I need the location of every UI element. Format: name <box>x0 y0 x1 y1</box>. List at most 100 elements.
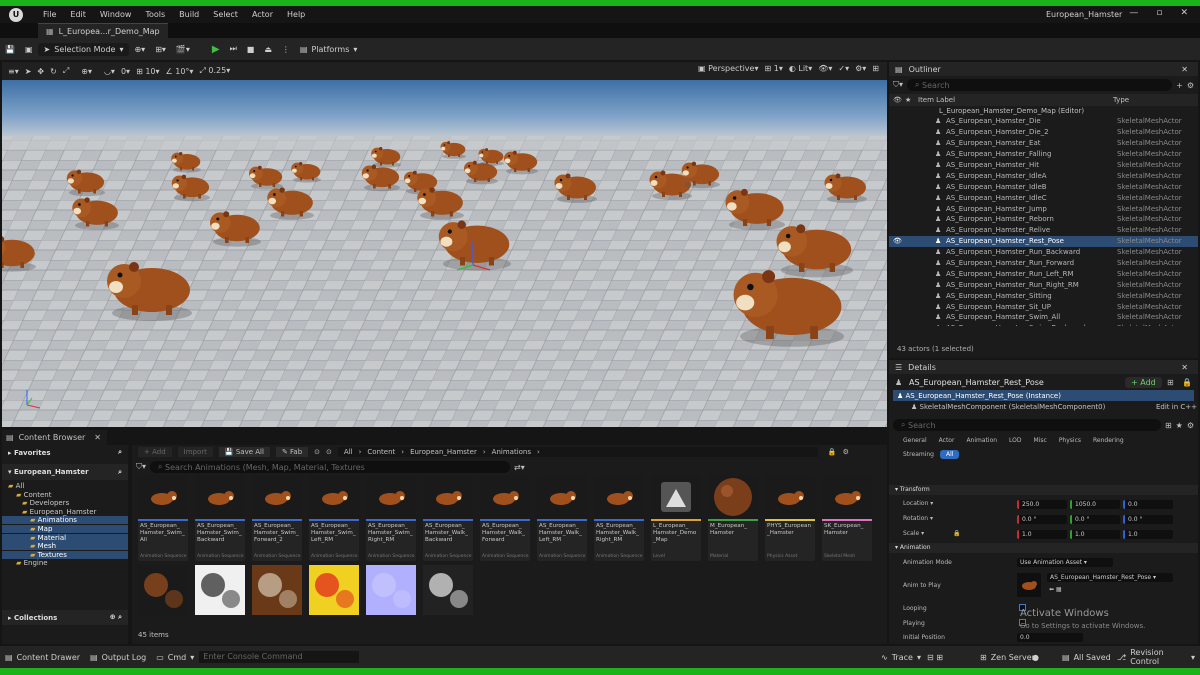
folder-tree-item[interactable]: ▰ Material <box>2 533 128 542</box>
rotation-dropdown[interactable]: Rotation ▾ <box>903 515 933 522</box>
details-tab[interactable]: ☰ Details ✕ <box>889 360 1198 374</box>
perspective-button[interactable]: ▣ Perspective▾ <box>698 64 758 73</box>
history-forward-icon[interactable]: ⊙ <box>326 448 332 456</box>
menu-item-window[interactable]: Window <box>93 10 139 19</box>
rotation-y-field[interactable]: 0.0 ° <box>1070 515 1120 524</box>
close-icon[interactable]: ✕ <box>94 433 101 442</box>
blueprint-icon[interactable]: ⊞ <box>1167 378 1174 387</box>
scale-snap[interactable]: ⤢ 0.25▾ <box>199 66 230 76</box>
asset-tile[interactable]: SK_European_ Hamster Skeletal Mesh <box>822 475 872 561</box>
star-icon[interactable]: ★ <box>1176 421 1183 430</box>
details-actor-name[interactable]: AS_European_Hamster_Rest_Pose <box>909 378 1044 387</box>
save-search-icon[interactable]: ⇄▾ <box>514 463 525 472</box>
derived-data-icon[interactable]: ⊟ ⊞ <box>927 653 943 662</box>
save-all-button[interactable]: 💾 Save All <box>218 447 270 457</box>
breadcrumb-item[interactable]: All <box>344 448 353 456</box>
location-x-field[interactable]: 250.0 <box>1017 500 1067 509</box>
outliner-row[interactable]: ♟ AS_European_Hamster_IdleC SkeletalMeshAc… <box>889 192 1198 203</box>
add-actor-icon[interactable]: ⊕▾ <box>129 45 150 54</box>
texture-tile[interactable] <box>195 565 245 615</box>
breadcrumb-item[interactable]: Content <box>367 448 395 456</box>
instance-row[interactable]: ♟ AS_European_Hamster_Rest_Pose (Instanc… <box>893 390 1194 401</box>
outliner-row[interactable]: ♟ AS_European_Hamster_Sitting SkeletalMesh… <box>889 290 1198 301</box>
texture-tile[interactable] <box>366 565 416 615</box>
revision-control-button[interactable]: ⎇ Revision Control ▾ <box>1112 648 1200 666</box>
folder-tree-item[interactable]: ▰ Mesh <box>2 542 128 551</box>
rotate-tool-icon[interactable]: ↻ <box>50 67 57 76</box>
component-row[interactable]: ♟ SkeletalMeshComponent (SkeletalMeshCom… <box>889 401 1198 413</box>
level-viewport[interactable] <box>2 80 887 427</box>
menu-item-help[interactable]: Help <box>280 10 312 19</box>
grid-view-icon[interactable]: ⊞ <box>1165 421 1172 430</box>
filter-icon[interactable]: ⛉▾ <box>136 462 146 472</box>
play-icon[interactable]: ▶ <box>207 44 225 55</box>
close-icon[interactable]: ✕ <box>1180 8 1188 18</box>
settings-icon[interactable]: ⚙ <box>1187 421 1194 430</box>
outliner-row[interactable]: ♟ AS_European_Hamster_IdleA SkeletalMeshAc… <box>889 170 1198 181</box>
asset-tile[interactable]: AS_European_ Hamster_Walk_ Forward Animat… <box>480 475 530 561</box>
lock-icon[interactable]: 🔒 <box>828 448 837 456</box>
tab-misc[interactable]: Misc <box>1028 436 1053 445</box>
scale-tool-icon[interactable]: ⤢ <box>63 66 69 76</box>
browse-icon[interactable]: ⬅ ▦ <box>1049 586 1062 593</box>
outliner-row[interactable]: ♟ AS_European_Hamster_Run_Left_RM Skeletal… <box>889 268 1198 279</box>
location-z-field[interactable]: 0.0 <box>1123 500 1173 509</box>
content-drawer-button[interactable]: ▤ Content Drawer <box>0 653 85 662</box>
outliner-row[interactable]: ♟ AS_European_Hamster_Run_Forward Skeletal… <box>889 258 1198 269</box>
item-label-header[interactable]: Item Label <box>918 96 955 104</box>
outliner-row[interactable]: ♟ AS_European_Hamster_Relive SkeletalMeshA… <box>889 225 1198 236</box>
close-icon[interactable]: ✕ <box>1181 65 1188 74</box>
move-tool-icon[interactable]: ✥ <box>37 67 44 76</box>
animation-section[interactable]: ▾ Animation <box>889 543 1198 553</box>
outliner-root-row[interactable]: L_European_Hamster_Demo_Map (Editor) <box>889 106 1198 116</box>
outliner-search-input[interactable]: ⌕ Search <box>907 79 1173 91</box>
trace-button[interactable]: ∿ Trace ▾ <box>876 653 926 662</box>
layout-icon[interactable]: ⊞ <box>872 64 879 73</box>
add-component-button[interactable]: + Add <box>1125 376 1162 388</box>
asset-tile[interactable]: AS_European_ Hamster_Walk_ Backward Anima… <box>423 475 473 561</box>
scale-z-field[interactable]: 1.0 <box>1123 530 1173 539</box>
show-icon[interactable]: 👁▾ <box>818 64 832 73</box>
asset-tile[interactable]: AS_European_ Hamster_Swim_ Backward Anima… <box>195 475 245 561</box>
menu-item-file[interactable]: File <box>36 10 63 19</box>
more-options-icon[interactable]: ⋮ <box>277 45 295 54</box>
menu-icon[interactable]: ≡▾ <box>8 67 19 76</box>
folder-tree-item[interactable]: ▰ Content <box>2 491 128 499</box>
selection-mode-button[interactable]: ➤ Selection Mode ▾ <box>37 42 130 56</box>
zen-server-button[interactable]: ⊞ Zen Server <box>975 653 1040 662</box>
outliner-row[interactable]: ♟ AS_European_Hamster_Run_Backward Skeleta… <box>889 247 1198 258</box>
scale-y-field[interactable]: 1.0 <box>1070 530 1120 539</box>
content-icon[interactable]: ▣ <box>20 45 38 54</box>
tab-general[interactable]: General <box>897 436 933 445</box>
tab-animation[interactable]: Animation <box>960 436 1003 445</box>
menu-item-edit[interactable]: Edit <box>63 10 93 19</box>
outliner-row[interactable]: ♟ AS_European_Hamster_Reborn SkeletalMeshA… <box>889 214 1198 225</box>
settings-icon[interactable]: ⚙▾ <box>855 64 866 73</box>
menu-item-build[interactable]: Build <box>172 10 206 19</box>
step-icon[interactable]: ⏭ <box>225 44 242 54</box>
asset-tile[interactable]: AS_European_ Hamster_Swim_ Left_RM Animat… <box>309 475 359 561</box>
tab-all[interactable]: All <box>940 450 960 459</box>
asset-tile[interactable]: AS_European_ Hamster_Swim_ Right_RM Anima… <box>366 475 416 561</box>
add-collection-icon[interactable]: ⊕ ⌕ <box>110 613 122 622</box>
menu-item-actor[interactable]: Actor <box>245 10 280 19</box>
folder-tree-item[interactable]: ▰ All <box>2 482 128 490</box>
search-icon[interactable]: ⌕ <box>118 448 122 457</box>
lock-scale-icon[interactable]: 🔒 <box>953 530 960 537</box>
visibility-icon[interactable]: 👁 <box>893 237 902 245</box>
content-browser-tab[interactable]: ▤ Content Browser ✕ <box>2 430 107 445</box>
tab-physics[interactable]: Physics <box>1053 436 1087 445</box>
save-icon[interactable]: 💾 <box>0 45 20 54</box>
favorites-section[interactable]: ▸ Favorites ⌕ <box>2 445 128 460</box>
folder-tree-item[interactable]: ▰ Developers <box>2 499 128 507</box>
scale-x-field[interactable]: 1.0 <box>1017 530 1067 539</box>
settings-icon[interactable]: ⚙ <box>1187 81 1194 90</box>
maximize-icon[interactable]: ▫ <box>1156 8 1162 18</box>
all-saved-button[interactable]: ▤ All Saved <box>1057 653 1116 662</box>
texture-tile[interactable] <box>252 565 302 615</box>
outliner-row[interactable]: ♟ AS_European_Hamster_Jump SkeletalMeshAct… <box>889 203 1198 214</box>
cmd-dropdown[interactable]: ▭ Cmd ▾ <box>151 653 199 662</box>
outliner-row[interactable]: ♟ AS_European_Hamster_Die_2 SkeletalMeshAc… <box>889 127 1198 138</box>
anim-mode-dropdown[interactable]: Use Animation Asset ▾ <box>1017 558 1113 567</box>
asset-tile[interactable]: PHYS_European _Hamster Physics Asset <box>765 475 815 561</box>
